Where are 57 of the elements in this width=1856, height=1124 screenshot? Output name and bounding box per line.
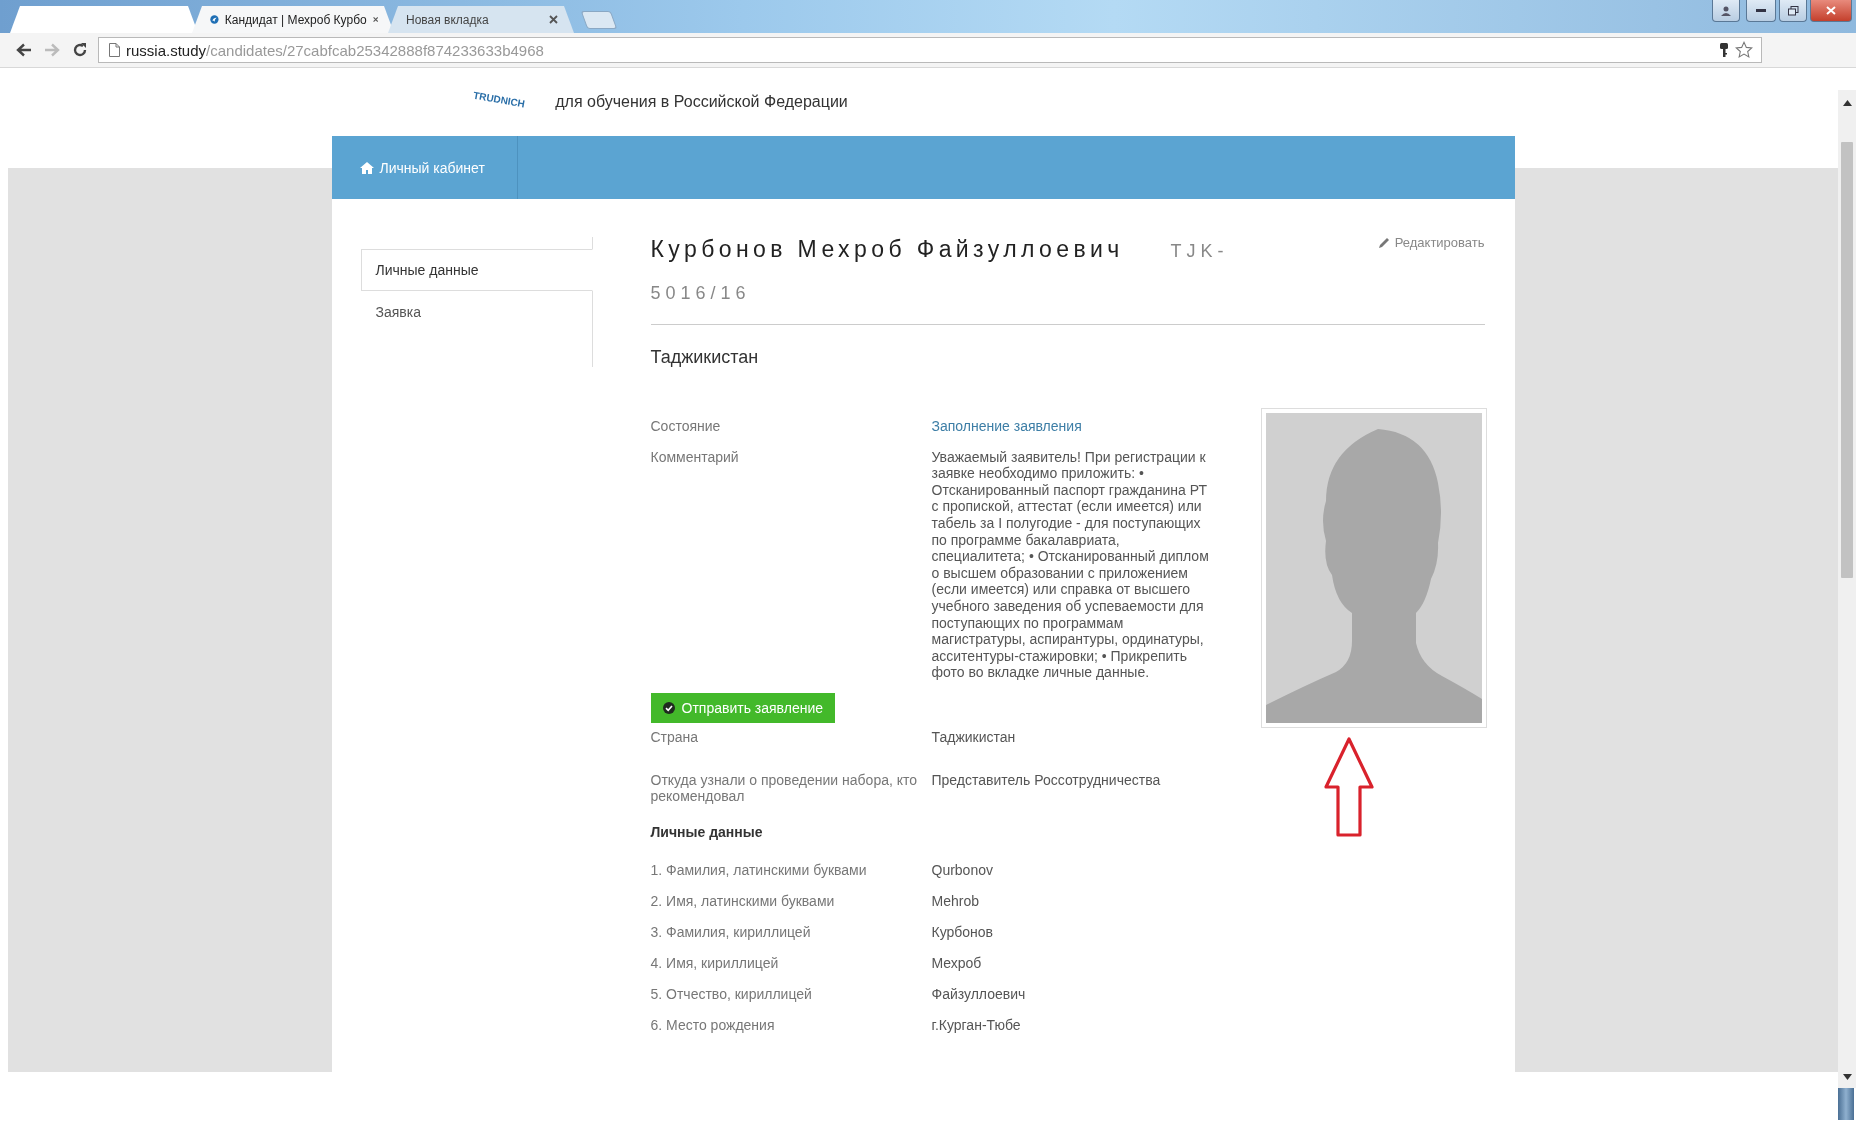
comment-text: Уважаемый заявитель! При регистрации к заявке необходимо приложить: • Отсканированный паспорт гражданина РТ с пропиской, аттестат (если имеется) или табель за I полугодие - для поступающих по программе бакалавриата, специалитета; • Отсканированный диплом о высшем образовании с приложением (если имеется) или справка от высшего учебного заведения об успеваемости для поступающих по программам магистратуры, аспирантуры, ординатуры, асситентуры-стажировки; • Прикрепить фото во вкладке личные данные.: [931, 448, 1210, 681]
browser-tab[interactable]: Новая вкладка: [388, 6, 574, 33]
scroll-down-icon[interactable]: [1842, 1074, 1852, 1081]
scrollbar-thumb[interactable]: [1841, 142, 1853, 578]
restore-icon: [1787, 5, 1799, 16]
field-label: 3. Фамилия, кириллицей: [650, 923, 812, 942]
up-arrow-icon: [1322, 736, 1375, 838]
page-icon: [109, 43, 120, 57]
minimize-icon: [1756, 8, 1766, 13]
edit-link[interactable]: Редактировать: [1378, 235, 1485, 250]
restore-button[interactable]: [1779, 0, 1807, 22]
profile-button[interactable]: [1712, 0, 1740, 22]
logo-text: TRUDNICH: [472, 89, 526, 109]
field-value: Mehrob: [931, 892, 980, 911]
taskbar-fragment: [1838, 1088, 1854, 1120]
field-label: 2. Имя, латинскими буквами: [650, 892, 836, 911]
field-label: Откуда узнали о проведении набора, кто рекомендовал: [650, 771, 919, 805]
scroll-up-icon[interactable]: [1842, 100, 1852, 106]
tab-title: Кандидат | Мехроб Курбо: [224, 12, 367, 27]
close-button[interactable]: [1810, 0, 1852, 22]
field-value: Курбонов: [931, 923, 995, 942]
back-icon[interactable]: [16, 43, 32, 57]
sidebar-item[interactable]: Личные данные: [360, 249, 593, 291]
country-heading: Таджикистан: [650, 347, 760, 368]
field-label: Страна: [650, 728, 700, 746]
status-link[interactable]: Заполнение заявления: [931, 418, 1210, 435]
url-text: russia.study/candidates/27cabfcab25342888f874233633b4968: [126, 41, 545, 59]
field-label: Состояние: [650, 418, 722, 435]
close-icon: [1826, 6, 1836, 15]
field-label: 5. Отчество, кириллицей: [650, 985, 813, 1004]
pencil-icon: [1378, 237, 1390, 248]
tab-title: Новая вкладка: [406, 12, 489, 27]
star-icon[interactable]: [1735, 41, 1753, 59]
field-label: Комментарий: [650, 448, 740, 467]
home-icon: [359, 161, 374, 174]
user-icon: [1720, 4, 1732, 17]
close-icon[interactable]: [549, 15, 558, 24]
field-value: Таджикистан: [931, 728, 1017, 746]
address-field[interactable]: russia.study/candidates/27cabfcab25342888f874233633b4968: [98, 37, 1762, 63]
candidate-heading: Курбонов Мехроб Файзуллоевич TJK-5016/16: [650, 235, 1230, 305]
field-value: Представитель Россотрудничества: [931, 771, 1162, 790]
field-label: 6. Место рождения: [650, 1016, 776, 1035]
close-icon[interactable]: [372, 15, 378, 24]
field-value: Файзуллоевич: [931, 985, 1027, 1004]
section-heading: Личные данные: [650, 823, 764, 840]
field-value: Qurbonov: [931, 861, 994, 880]
key-icon[interactable]: [1719, 42, 1729, 58]
reload-icon[interactable]: [72, 42, 88, 58]
field-label: 1. Фамилия, латинскими буквами: [650, 861, 868, 880]
site-subtitle: для обучения в Российской Федерации: [555, 93, 848, 111]
check-icon: [662, 701, 675, 714]
sidebar-item[interactable]: Заявка: [360, 291, 593, 333]
field-label: 4. Имя, кириллицей: [650, 954, 780, 973]
minimize-button[interactable]: [1746, 0, 1776, 22]
logo-icon: [210, 12, 219, 27]
field-value: г.Курган-Тюбе: [931, 1016, 1022, 1035]
field-value: Мехроб: [931, 954, 983, 973]
